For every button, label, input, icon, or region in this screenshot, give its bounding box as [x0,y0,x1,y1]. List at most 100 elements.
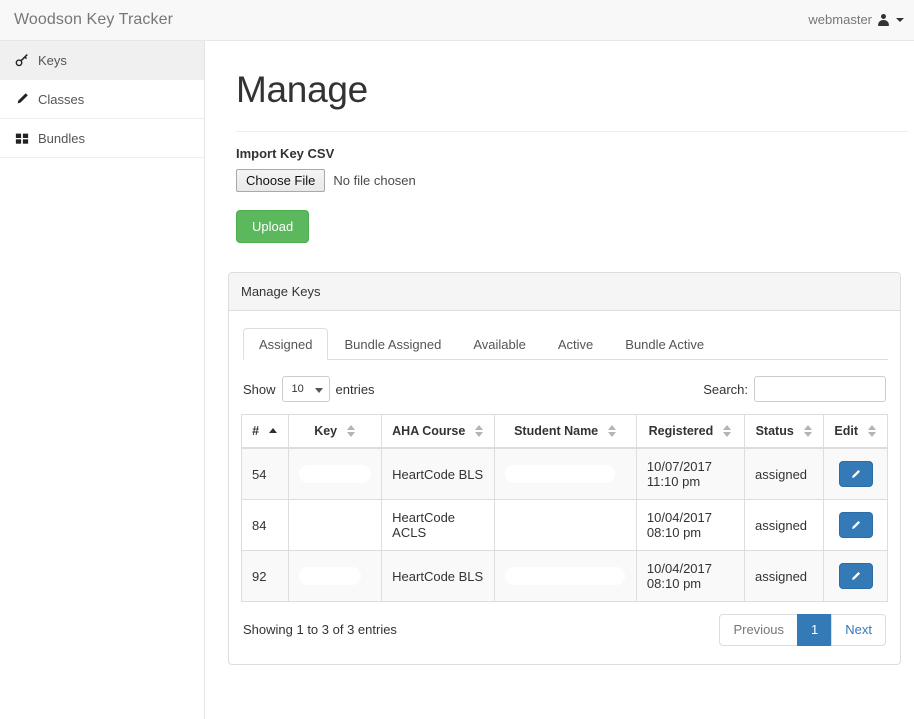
table-footer: Showing 1 to 3 of 3 entries Previous 1 N… [243,614,886,646]
sort-icon [867,425,877,437]
choose-file-button[interactable]: Choose File [236,169,326,192]
cell-student-name [494,550,637,602]
top-navbar: Woodson Key Tracker webmaster [0,0,914,41]
cell-status: assigned [743,447,825,500]
column-header-student-name[interactable]: Student Name [494,414,637,449]
redacted-key [299,567,362,585]
keys-table: # Key AHA Course Student Name Registered [240,414,888,602]
pagination-previous[interactable]: Previous [719,614,799,646]
pagination-next[interactable]: Next [831,614,886,646]
table-row[interactable]: 92 HeartCode BLS 10/04/2017 08:10 pm ass… [240,550,888,602]
cell-registered: 10/04/2017 08:10 pm [635,499,746,551]
tab-bar: Assigned Bundle Assigned Available Activ… [243,325,888,360]
title-divider [236,131,908,132]
edit-row-button[interactable] [838,512,873,538]
tab-active[interactable]: Active [542,328,609,360]
pagination: Previous 1 Next [719,614,886,646]
cell-aha-course: HeartCode BLS [381,447,496,500]
user-menu-label: webmaster [808,12,872,27]
sort-icon [608,425,617,437]
panel-heading-label: Manage Keys [241,284,321,299]
cell-number: 54 [240,447,290,500]
cell-key [288,499,383,551]
column-header-edit[interactable]: Edit [823,414,888,449]
manage-keys-panel: Manage Keys Assigned Bundle Assigned Ava… [228,272,901,665]
import-key-csv-label: Import Key CSV [236,146,335,161]
pencil-icon [14,92,30,106]
pagination-page-1[interactable]: 1 [797,614,833,646]
search-control: Search: [703,376,886,402]
upload-button[interactable]: Upload [236,210,310,243]
cell-key [288,550,383,602]
column-label: Registered [648,424,714,438]
sidebar-item-keys[interactable]: Keys [0,41,204,80]
edit-row-button[interactable] [838,563,873,589]
table-body: 54 HeartCode BLS 10/07/2017 11:10 pm ass… [240,447,888,602]
column-header-key[interactable]: Key [288,414,383,449]
caret-down-icon [896,17,904,22]
cell-student-name [494,447,637,500]
cell-status: assigned [743,550,825,602]
redacted-student-name [505,567,626,585]
show-entries-control: Show 10 entries [243,376,375,402]
show-label: Show [243,381,276,397]
sort-icon [803,425,813,437]
page-title: Manage [236,69,368,110]
file-input-row: Choose File No file chosen [236,169,900,192]
column-header-number[interactable]: # [240,414,290,449]
table-header-row: # Key AHA Course Student Name Registered [240,414,888,449]
page-size-select[interactable]: 10 [281,376,330,402]
column-label: Status [755,424,794,438]
tab-bundle-active[interactable]: Bundle Active [609,328,720,360]
sidebar: Keys Classes Bundles [0,41,205,719]
table-head: # Key AHA Course Student Name Registered [240,414,888,449]
th-large-icon [14,131,30,145]
sidebar-item-bundles[interactable]: Bundles [0,119,204,158]
entries-info: Showing 1 to 3 of 3 entries [243,622,397,638]
table-row[interactable]: 84 HeartCode ACLS 10/04/2017 08:10 pm as… [240,499,888,551]
sidebar-item-label: Bundles [38,130,85,146]
cell-status: assigned [743,499,825,551]
cell-edit [823,447,888,500]
search-label: Search: [703,381,748,397]
entries-label: entries [335,381,375,397]
column-header-registered[interactable]: Registered [635,414,746,449]
tab-available[interactable]: Available [457,328,542,360]
chevron-down-icon [314,388,323,393]
search-input[interactable] [754,376,886,402]
tab-assigned[interactable]: Assigned [243,328,329,360]
column-label: Student Name [514,424,599,438]
pencil-icon [852,469,861,478]
cell-student-name [494,499,637,551]
column-header-aha-course[interactable]: AHA Course [381,414,496,449]
sidebar-item-classes[interactable]: Classes [0,80,204,119]
table-controls: Show 10 entries Search: [243,374,886,404]
sidebar-item-label: Keys [38,52,67,68]
panel-heading: Manage Keys [229,273,900,311]
user-icon [878,13,889,26]
column-label: AHA Course [392,424,466,438]
table-row[interactable]: 54 HeartCode BLS 10/07/2017 11:10 pm ass… [240,447,888,500]
redacted-student-name [505,465,616,483]
pencil-icon [852,520,861,529]
edit-row-button[interactable] [838,461,873,487]
key-icon [14,53,30,67]
cell-edit [823,499,888,551]
pencil-icon [852,571,861,580]
cell-edit [823,550,888,602]
app-brand[interactable]: Woodson Key Tracker [14,11,173,29]
user-menu[interactable]: webmaster [808,12,904,27]
sort-icon [475,425,484,437]
cell-registered: 10/04/2017 08:10 pm [635,550,746,602]
file-name-text: No file chosen [333,173,416,188]
column-label: # [252,424,260,438]
sidebar-item-label: Classes [38,91,85,107]
cell-aha-course: HeartCode BLS [381,550,496,602]
column-label: Key [314,424,338,438]
sort-icon [723,425,732,437]
cell-registered: 10/07/2017 11:10 pm [635,447,746,500]
cell-aha-course: HeartCode ACLS [381,499,496,551]
cell-number: 84 [240,499,290,551]
tab-bundle-assigned[interactable]: Bundle Assigned [328,328,457,360]
column-header-status[interactable]: Status [743,414,825,449]
